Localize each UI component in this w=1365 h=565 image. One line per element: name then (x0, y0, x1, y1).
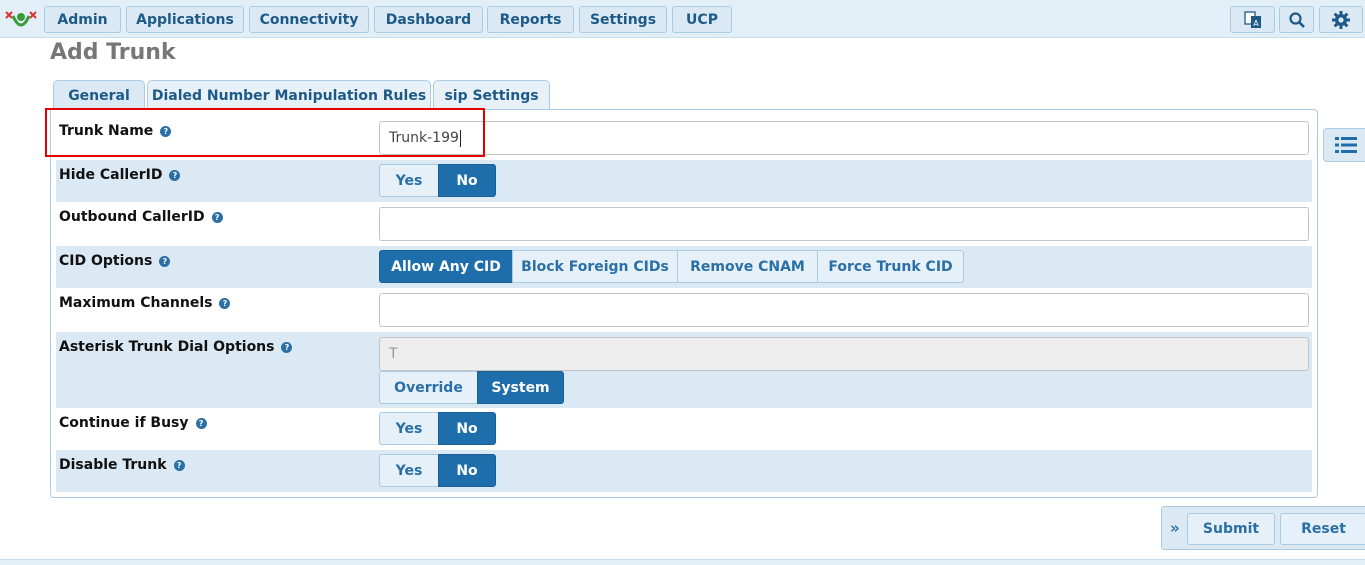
outbound-callerid-label: Outbound CallerID ? (59, 209, 223, 225)
nav-dashboard[interactable]: Dashboard (374, 6, 483, 33)
nav-connectivity[interactable]: Connectivity (249, 6, 369, 33)
cid-options-label: CID Options ? (59, 253, 171, 269)
translate-icon[interactable]: A (1230, 6, 1275, 33)
help-icon[interactable]: ? (195, 417, 207, 429)
continue-busy-label: Continue if Busy ? (59, 415, 207, 431)
max-channels-label-text: Maximum Channels (59, 295, 213, 311)
disable-trunk-label: Disable Trunk ? (59, 457, 185, 473)
outbound-callerid-label-text: Outbound CallerID (59, 209, 205, 225)
disable-trunk-label-text: Disable Trunk (59, 457, 167, 473)
hide-callerid-no[interactable]: No (438, 164, 496, 197)
tab-dialed-number-rules[interactable]: Dialed Number Manipulation Rules (147, 80, 431, 110)
nav-reports[interactable]: Reports (487, 6, 574, 33)
gear-icon[interactable] (1319, 6, 1363, 33)
freepbx-logo-icon[interactable] (3, 6, 39, 32)
max-channels-label: Maximum Channels ? (59, 295, 231, 311)
nav-admin[interactable]: Admin (44, 6, 121, 33)
cid-remove-cnam-button[interactable]: Remove CNAM (677, 250, 818, 283)
max-channels-row: Maximum Channels ? (56, 288, 1312, 332)
help-icon[interactable]: ? (219, 297, 231, 309)
cid-allow-any-button[interactable]: Allow Any CID (379, 250, 513, 283)
dial-options-override[interactable]: Override (379, 371, 478, 404)
max-channels-input[interactable] (379, 293, 1309, 327)
svg-text:A: A (1253, 19, 1259, 28)
help-icon[interactable]: ? (169, 169, 181, 181)
cid-options-row: CID Options ? Allow Any CID Block Foreig… (56, 246, 1312, 288)
expand-chevron-icon[interactable]: » (1170, 519, 1180, 537)
dial-options-label-text: Asterisk Trunk Dial Options (59, 339, 275, 355)
hide-callerid-row: Hide CallerID ? Yes No (56, 160, 1312, 202)
cid-options-group: Allow Any CID Block Foreign CIDs Remove … (379, 250, 964, 283)
hide-callerid-label: Hide CallerID ? (59, 167, 181, 183)
submit-button[interactable]: Submit (1187, 513, 1275, 545)
outbound-callerid-input[interactable] (379, 207, 1309, 241)
hide-callerid-toggle: Yes No (379, 164, 496, 197)
nav-ucp[interactable]: UCP (672, 6, 732, 33)
disable-trunk-yes[interactable]: Yes (379, 454, 439, 487)
hide-callerid-label-text: Hide CallerID (59, 167, 163, 183)
list-menu-icon[interactable] (1323, 128, 1365, 162)
cid-options-label-text: CID Options (59, 253, 153, 269)
dial-options-mode-toggle: Override System (379, 371, 564, 404)
bottom-bar (0, 559, 1365, 565)
action-bar: » Submit Reset (1161, 506, 1365, 550)
dial-options-system[interactable]: System (477, 371, 564, 404)
highlight-box (45, 108, 485, 157)
top-nav-bar: Admin Applications Connectivity Dashboar… (0, 0, 1365, 38)
outbound-callerid-row: Outbound CallerID ? (56, 202, 1312, 246)
nav-settings[interactable]: Settings (579, 6, 667, 33)
help-icon[interactable]: ? (281, 341, 293, 353)
hide-callerid-yes[interactable]: Yes (379, 164, 439, 197)
tab-sip-settings[interactable]: sip Settings (433, 80, 550, 110)
continue-busy-no[interactable]: No (438, 412, 496, 445)
help-icon[interactable]: ? (159, 255, 171, 267)
dial-options-label: Asterisk Trunk Dial Options ? (59, 339, 293, 355)
cid-force-trunk-button[interactable]: Force Trunk CID (817, 250, 964, 283)
disable-trunk-no[interactable]: No (438, 454, 496, 487)
search-icon[interactable] (1279, 6, 1314, 33)
disable-trunk-row: Disable Trunk ? Yes No (56, 450, 1312, 492)
disable-trunk-toggle: Yes No (379, 454, 496, 487)
trunk-name-input[interactable]: Trunk-199 (379, 121, 1309, 155)
help-icon[interactable]: ? (173, 459, 185, 471)
tab-general[interactable]: General (53, 80, 145, 110)
nav-applications[interactable]: Applications (126, 6, 244, 33)
cid-block-foreign-button[interactable]: Block Foreign CIDs (512, 250, 678, 283)
continue-busy-yes[interactable]: Yes (379, 412, 439, 445)
continue-busy-toggle: Yes No (379, 412, 496, 445)
continue-busy-label-text: Continue if Busy (59, 415, 189, 431)
help-icon[interactable]: ? (211, 211, 223, 223)
continue-busy-row: Continue if Busy ? Yes No (56, 408, 1312, 450)
dial-options-row: Asterisk Trunk Dial Options ? T Override… (56, 332, 1312, 408)
reset-button[interactable]: Reset (1280, 513, 1365, 545)
page-title: Add Trunk (50, 40, 176, 65)
dial-options-input: T (379, 337, 1309, 371)
